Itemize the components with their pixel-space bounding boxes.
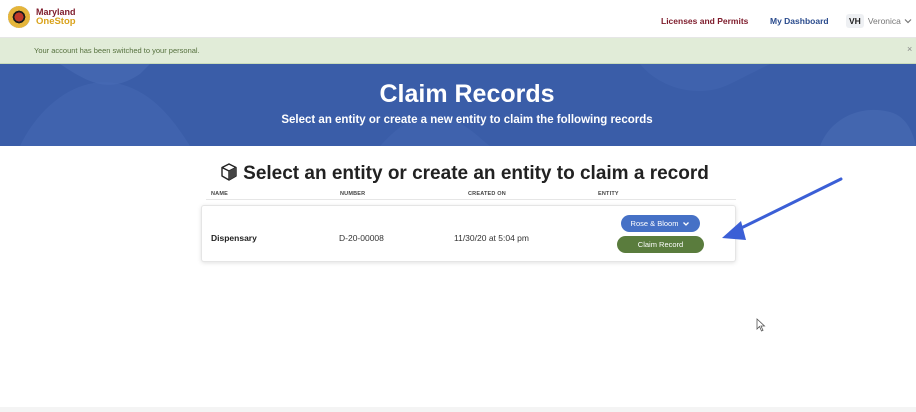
annotation-arrow-icon xyxy=(722,177,843,240)
page-footer-edge xyxy=(0,407,916,412)
mouse-cursor-icon xyxy=(756,318,766,332)
